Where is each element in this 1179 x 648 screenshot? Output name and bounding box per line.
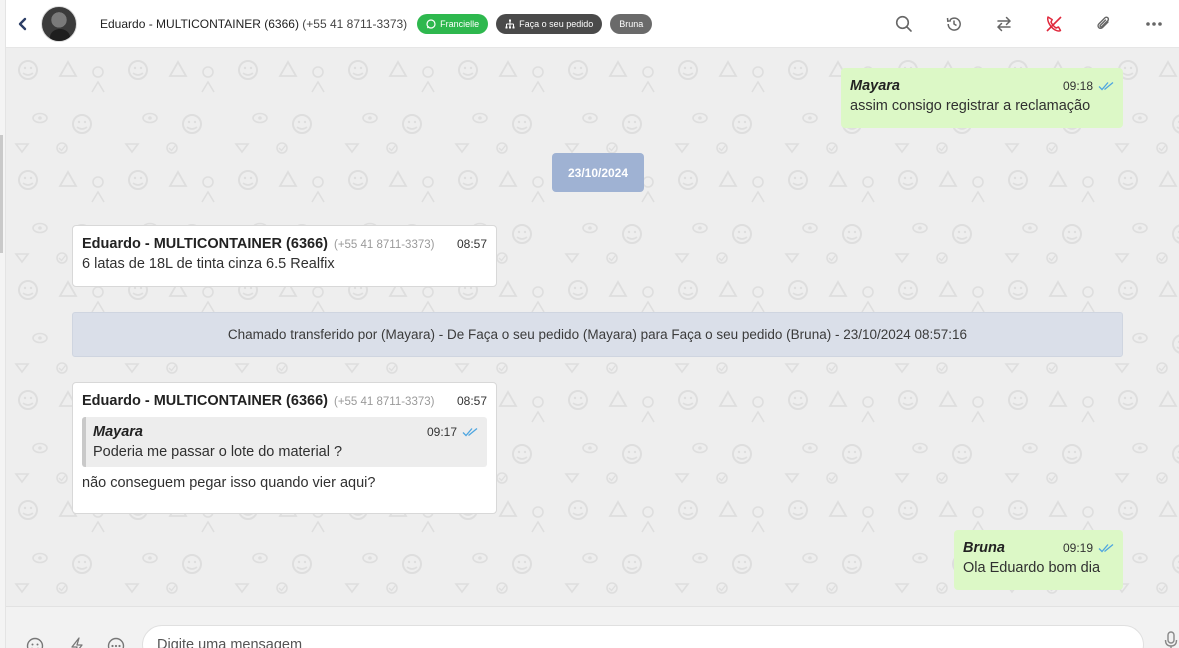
quoted-message-header: Mayara 09:17 — [93, 422, 478, 442]
message-author: Bruna — [963, 540, 1005, 556]
end-chat-button[interactable] — [1029, 0, 1079, 48]
system-message-text: Chamado transferido por (Mayara) - De Fa… — [227, 327, 968, 342]
quoted-time-text: 09:17 — [426, 425, 457, 439]
header-actions — [879, 0, 1179, 48]
quoted-time: 09:17 — [427, 422, 478, 442]
date-separator: 23/10/2024 — [552, 153, 644, 192]
contact-phone: (+55 41 8711-3373) — [302, 16, 408, 31]
emoji-icon — [26, 637, 44, 648]
message-sender-phone: (+55 41 8711-3373) — [333, 395, 435, 408]
message-time-text: 09:18 — [1062, 79, 1093, 93]
message-author: Mayara — [850, 78, 900, 94]
message-incoming-reply[interactable]: Eduardo - MULTICONTAINER (6366) (+55 41 8… — [72, 382, 497, 514]
message-time: 08:57 — [456, 237, 487, 251]
quick-reply-icon — [71, 637, 83, 648]
more-icon — [1146, 22, 1162, 26]
message-header: Bruna 09:19 — [963, 538, 1114, 558]
chevron-left-icon — [18, 17, 27, 30]
quoted-message[interactable]: Mayara 09:17 Poderia me passar o lote do… — [82, 417, 487, 467]
microphone-button[interactable] — [1164, 631, 1178, 648]
whatsapp-icon — [426, 18, 436, 29]
message-sender: Eduardo - MULTICONTAINER (6366) — [82, 235, 328, 252]
double-check-icon — [1098, 81, 1114, 91]
system-transfer-message: Chamado transferido por (Mayara) - De Fa… — [72, 312, 1123, 357]
attachment-icon — [1097, 16, 1110, 30]
search-icon — [895, 15, 912, 32]
tag-label: Faça o seu pedido — [519, 18, 594, 29]
message-text: 6 latas de 18L de tinta cinza 6.5 Realfi… — [82, 256, 335, 272]
message-outgoing[interactable]: Bruna 09:19 Ola Eduardo bom dia — [954, 530, 1123, 590]
message-time-text: 09:19 — [1062, 541, 1093, 555]
transfer-button[interactable] — [979, 0, 1029, 48]
message-time: 09:18 — [1063, 76, 1114, 96]
double-check-icon — [1098, 543, 1114, 553]
emoji-button[interactable] — [24, 635, 46, 648]
message-incoming[interactable]: Eduardo - MULTICONTAINER (6366) (+55 41 8… — [72, 225, 497, 287]
more-options-icon — [107, 637, 125, 648]
more-options-button[interactable] — [1129, 0, 1179, 48]
left-strip-scroll-mark — [0, 135, 3, 253]
contact-title[interactable]: Eduardo - MULTICONTAINER (6366) (+55 41 … — [100, 17, 407, 31]
quoted-text: Poderia me passar o lote do material ? — [93, 444, 343, 460]
contact-avatar[interactable] — [41, 5, 77, 42]
attach-button[interactable] — [1079, 0, 1129, 48]
history-icon — [946, 17, 961, 31]
search-button[interactable] — [879, 0, 929, 48]
tag-department[interactable]: Faça o seu pedido — [496, 13, 603, 34]
double-check-icon — [462, 427, 478, 437]
transfer-icon — [996, 16, 1012, 32]
message-time: 08:57 — [456, 394, 487, 408]
message-composer — [6, 606, 1179, 648]
sitemap-icon — [505, 19, 515, 28]
quick-reply-button[interactable] — [66, 635, 88, 648]
tag-assigned-agent[interactable]: Bruna — [610, 13, 653, 34]
back-button[interactable] — [6, 0, 40, 48]
message-sender: Eduardo - MULTICONTAINER (6366) — [82, 392, 328, 409]
message-header: Eduardo - MULTICONTAINER (6366) (+55 41 8… — [82, 391, 487, 411]
message-text: assim consigo registrar a reclamação — [850, 98, 1091, 114]
microphone-icon — [1164, 631, 1178, 648]
quoted-author: Mayara — [93, 424, 143, 440]
chat-header: Eduardo - MULTICONTAINER (6366) (+55 41 … — [6, 0, 1179, 48]
message-sender-phone: (+55 41 8711-3373) — [333, 238, 435, 251]
message-input[interactable] — [142, 625, 1144, 648]
message-header: Eduardo - MULTICONTAINER (6366) (+55 41 8… — [82, 234, 487, 254]
more-options-composer-button[interactable] — [105, 635, 127, 648]
tag-label: Francielle — [440, 18, 480, 29]
history-button[interactable] — [929, 0, 979, 48]
message-header: Mayara 09:18 — [850, 76, 1114, 96]
message-time: 09:19 — [1063, 538, 1114, 558]
contact-name: Eduardo - MULTICONTAINER (6366) — [100, 16, 299, 31]
message-text: não conseguem pegar isso quando vier aqu… — [82, 475, 376, 491]
message-outgoing[interactable]: Mayara 09:18 assim consigo registrar a r… — [841, 68, 1123, 128]
tag-label: Bruna — [619, 18, 644, 29]
message-text: Ola Eduardo bom dia — [963, 560, 1101, 576]
tag-channel-agent[interactable]: Francielle — [417, 13, 489, 34]
end-call-icon — [1046, 16, 1062, 32]
chat-history[interactable]: Mayara 09:18 assim consigo registrar a r… — [6, 48, 1179, 606]
